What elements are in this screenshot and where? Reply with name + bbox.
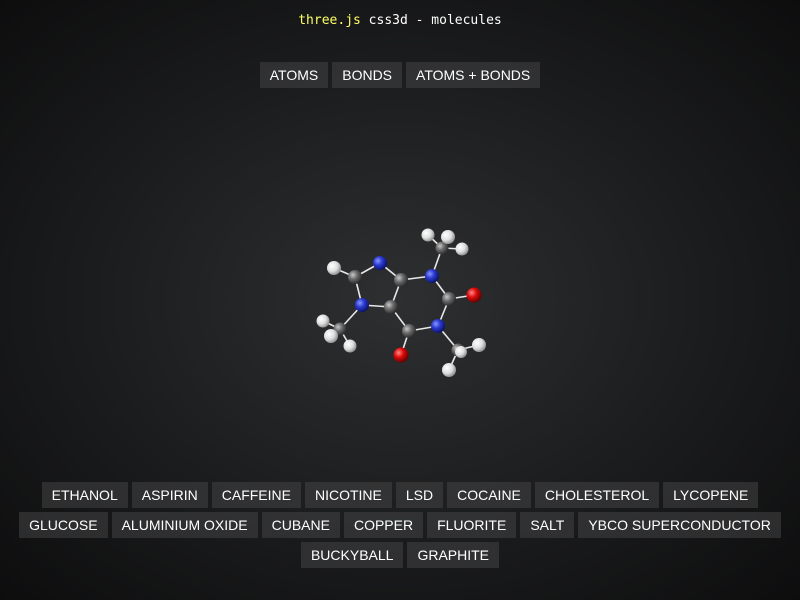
- hydrogen-atom: [327, 261, 341, 275]
- nitrogen-atom: [355, 298, 369, 312]
- molecule-menu: ETHANOL ASPIRIN CAFFEINE NICOTINE LSD CO…: [0, 482, 800, 568]
- nitrogen-atom: [425, 269, 439, 283]
- cubane-button[interactable]: CUBANE: [261, 512, 340, 538]
- molecule-row: GLUCOSE ALUMINIUM OXIDE CUBANE COPPER FL…: [19, 512, 781, 538]
- molecule-row: BUCKYBALL GRAPHITE: [300, 542, 500, 568]
- hydrogen-atom: [455, 242, 469, 256]
- aspirin-button[interactable]: ASPIRIN: [131, 482, 208, 508]
- hydrogen-atom: [441, 230, 455, 244]
- lsd-button[interactable]: LSD: [395, 482, 444, 508]
- nitrogen-atom: [431, 319, 445, 333]
- salt-button[interactable]: SALT: [520, 512, 575, 538]
- nitrogen-atom: [373, 256, 387, 270]
- carbon-atom: [348, 270, 362, 284]
- caffeine-button[interactable]: CAFFEINE: [211, 482, 301, 508]
- carbon-atom: [394, 273, 408, 287]
- molecule-row: ETHANOL ASPIRIN CAFFEINE NICOTINE LSD CO…: [41, 482, 759, 508]
- buckyball-button[interactable]: BUCKYBALL: [300, 542, 404, 568]
- hydrogen-atom: [442, 363, 456, 377]
- cholesterol-button[interactable]: CHOLESTEROL: [534, 482, 660, 508]
- hydrogen-atom: [343, 339, 357, 353]
- lycopene-button[interactable]: LYCOPENE: [663, 482, 759, 508]
- hydrogen-atom: [455, 346, 467, 358]
- nicotine-button[interactable]: NICOTINE: [304, 482, 392, 508]
- hydrogen-atom: [316, 314, 330, 328]
- fluorite-button[interactable]: FLUORITE: [427, 512, 517, 538]
- carbon-atom: [442, 292, 456, 306]
- cocaine-button[interactable]: COCAINE: [447, 482, 531, 508]
- carbon-atom: [384, 300, 398, 314]
- hydrogen-atom: [421, 228, 435, 242]
- graphite-button[interactable]: GRAPHITE: [407, 542, 500, 568]
- glucose-button[interactable]: GLUCOSE: [19, 512, 108, 538]
- aluminium-oxide-button[interactable]: ALUMINIUM OXIDE: [111, 512, 258, 538]
- hydrogen-atom: [472, 338, 486, 352]
- copper-button[interactable]: COPPER: [343, 512, 424, 538]
- oxygen-atom: [393, 347, 409, 363]
- ybco-superconductor-button[interactable]: YBCO SUPERCONDUCTOR: [578, 512, 781, 538]
- ethanol-button[interactable]: ETHANOL: [41, 482, 128, 508]
- hydrogen-atom: [324, 329, 338, 343]
- oxygen-atom: [466, 287, 482, 303]
- carbon-atom: [402, 324, 416, 338]
